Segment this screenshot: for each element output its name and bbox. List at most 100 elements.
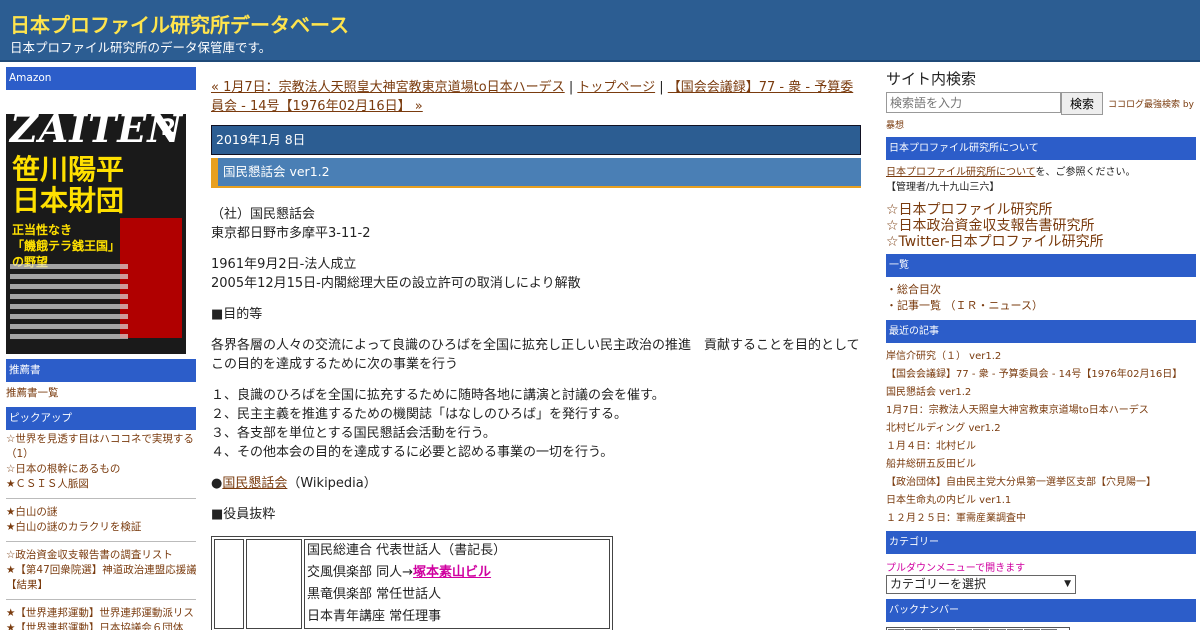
magazine-text-lines — [10, 264, 128, 346]
magazine-sub-line: 「饑餓テラ銭王国」 — [12, 239, 121, 253]
table-cell-empty — [214, 539, 244, 629]
site-header: 日本プロファイル研究所データベース 日本プロファイル研究所のデータ保管庫です。 — [0, 0, 1200, 62]
prev-post-link[interactable]: « 1月7日：宗教法人天照皇大神宮教東京道場to日本ハーデス — [211, 80, 565, 95]
activity-item: ４、その他本会の目的を達成するに必要と認める事業の一切を行う。 — [211, 445, 614, 460]
pickup-heading: ピックアップ — [6, 407, 196, 430]
top-page-link[interactable]: トップページ — [577, 80, 655, 95]
left-sidebar: Amazon ZAITEN 2 笹川陽平 日本財団 正当性なき 「饑餓テラ銭王国… — [6, 67, 196, 630]
org-info: （社）国民懇話会 東京都日野市多摩平3-11-2 — [211, 205, 861, 243]
nav-separator: | — [564, 80, 578, 95]
officer-role: 黒竜倶楽部 常任世話人 — [307, 587, 442, 602]
wikipedia-link[interactable]: 国民懇話会 — [222, 476, 287, 491]
recent-post-link[interactable]: 日本生命丸の内ビル ver1.1 — [886, 492, 1196, 510]
table-row: 国民総連合 代表世話人（書記長） 交風倶楽部 同人→塚本素山ビル 黒竜倶楽部 常… — [214, 539, 610, 629]
pickup-item[interactable]: ★ＣＳＩＳ人脈図 — [6, 477, 196, 492]
activity-item: ２、民主主義を推進するための機関誌「はなしのひろば」を発行する。 — [211, 407, 628, 422]
history-line: 1961年9月2日-法人成立 — [211, 257, 357, 272]
pickup-item[interactable]: ★【世界連邦運動】世界連邦運動派リスト — [6, 606, 196, 621]
officers-cell: 国民総連合 代表世話人（書記長） 交風倶楽部 同人→塚本素山ビル 黒竜倶楽部 常… — [304, 539, 610, 629]
magazine-headline-line: 笹川陽平 — [12, 153, 125, 186]
recent-post-link[interactable]: 1月7日：宗教法人天照皇大神宮教東京道場to日本ハーデス — [886, 402, 1196, 420]
history-line: 2005年12月15日-内閣総理大臣の設立許可の取消しにより解散 — [211, 276, 581, 291]
search-provider-note[interactable]: ココログ最強検索 by — [1108, 97, 1194, 110]
post-navigation: « 1月7日：宗教法人天照皇大神宮教東京道場to日本ハーデス | トップページ … — [211, 78, 861, 116]
officer-role: 国民総連合 代表世話人（書記長） — [307, 543, 507, 558]
magazine-ad-image[interactable]: ZAITEN 2 笹川陽平 日本財団 正当性なき 「饑餓テラ銭王国」 の野望 — [6, 92, 186, 354]
post-title[interactable]: 国民懇話会 ver1.2 — [211, 158, 861, 188]
magazine-sub-line: 正当性なき — [12, 223, 73, 237]
officers-heading: ■役員抜粋 — [211, 507, 276, 522]
pickup-item[interactable]: ☆世界を見透す目はハココネで実現する — [6, 432, 196, 447]
officers-table: 国民総連合 代表世話人（書記長） 交風倶楽部 同人→塚本素山ビル 黒竜倶楽部 常… — [211, 536, 613, 630]
category-heading: カテゴリー — [886, 531, 1196, 554]
about-suffix: を、ご参照ください。 — [1035, 167, 1136, 178]
magazine-headline: 笹川陽平 日本財団 — [12, 154, 124, 216]
officer-role: 交風倶楽部 同人→塚本素山ビル — [305, 562, 609, 584]
right-sidebar: サイト内検索 検索 ココログ最強検索 by 暴想 日本プロファイル研究所について… — [886, 68, 1196, 630]
officer-role-text: 交風倶楽部 同人→ — [307, 565, 414, 580]
recent-post-link[interactable]: 北村ビルディング ver1.2 — [886, 420, 1196, 438]
category-select-value: カテゴリーを選択 — [890, 577, 987, 591]
purpose-heading: ■目的等 — [211, 307, 263, 322]
activities-list: １、良識のひろばを全国に拡充するために随時各地に講演と討議の会を催す。 ２、民主… — [211, 386, 861, 462]
recommend-heading: 推薦書 — [6, 359, 196, 382]
magazine-issue: 2 — [160, 116, 176, 141]
wikipedia-line: ●国民懇話会（Wikipedia） — [211, 474, 861, 493]
external-link[interactable]: ☆Twitter-日本プロファイル研究所 — [886, 234, 1196, 250]
recent-post-link[interactable]: １２月２５日：軍需産業調査中 — [886, 510, 1196, 528]
tsukamoto-building-link[interactable]: 塚本素山ビル — [413, 565, 491, 580]
recent-post-link[interactable]: 【政治団体】自由民主党大分県第一選挙区支部【穴見陽一】 — [886, 474, 1196, 492]
pickup-group-4: ★【世界連邦運動】世界連邦運動派リスト ★【世界連邦運動】日本協議会６団体 — [6, 606, 196, 630]
magazine-red-column — [120, 218, 182, 338]
recommend-list-link[interactable]: 推薦書一覧 — [6, 386, 196, 401]
pickup-item[interactable]: ★【世界連邦運動】日本協議会６団体 — [6, 621, 196, 630]
magazine-logo: ZAITEN — [10, 106, 183, 151]
recent-post-link[interactable]: １月４日：北村ビル — [886, 438, 1196, 456]
search-form: 検索 ココログ最強検索 by — [886, 92, 1196, 115]
recent-heading: 最近の記事 — [886, 320, 1196, 343]
search-heading: サイト内検索 — [886, 70, 977, 88]
pickup-group-2: ★白山の謎 ★白山の謎のカラクリを検証 — [6, 505, 196, 535]
divider — [6, 498, 196, 499]
external-link[interactable]: ☆日本政治資金収支報告書研究所 — [886, 218, 1196, 234]
divider — [6, 599, 196, 600]
officer-role: 日本青年講座 常任理事 — [307, 609, 442, 624]
category-select[interactable]: カテゴリーを選択 ▼ — [886, 575, 1076, 594]
about-text: 日本プロファイル研究所についてを、ご参照ください。 【管理者/九十九山三六】 — [886, 165, 1196, 195]
wiki-suffix: （Wikipedia） — [287, 476, 377, 491]
site-title[interactable]: 日本プロファイル研究所データベース — [10, 9, 349, 38]
recent-post-link[interactable]: 【国会会議録】77 - 衆 - 予算委員会 - 14号【1976年02月16日】 — [886, 366, 1196, 384]
pickup-item[interactable]: ☆日本の根幹にあるもの — [6, 462, 196, 477]
magazine-subheadline: 正当性なき 「饑餓テラ銭王国」 の野望 — [12, 222, 120, 270]
recent-post-link[interactable]: 船井総研五反田ビル — [886, 456, 1196, 474]
wiki-bullet: ● — [211, 476, 223, 491]
search-button[interactable]: 検索 — [1061, 92, 1103, 115]
pickup-item[interactable]: ★白山の謎のカラクリを検証 — [6, 520, 196, 535]
external-link[interactable]: ☆日本プロファイル研究所 — [886, 202, 1196, 218]
main-content: « 1月7日：宗教法人天照皇大神宮教東京道場to日本ハーデス | トップページ … — [211, 78, 861, 630]
pickup-group-3: ☆政治資金収支報告書の調査リスト ★【第47回衆院選】神道政治連盟応援議員 【結… — [6, 548, 196, 593]
org-history: 1961年9月2日-法人成立 2005年12月15日-内閣総理大臣の設立許可の取… — [211, 255, 861, 293]
recent-post-link[interactable]: 岸信介研究（１） ver1.2 — [886, 348, 1196, 366]
activity-item: ３、各支部を単位とする国民懇話会活動を行う。 — [211, 426, 496, 441]
about-link[interactable]: 日本プロファイル研究所について — [886, 167, 1036, 178]
site-description: 日本プロファイル研究所のデータ保管庫です。 — [10, 40, 272, 55]
pickup-item[interactable]: ★【第47回衆院選】神道政治連盟応援議員 — [6, 563, 196, 578]
purpose-paragraph: 各界各層の人々の交流によって良識のひろばを全国に拡充し正しい民主政治の推進 貢献… — [211, 338, 861, 372]
index-item[interactable]: ・総合目次 — [886, 282, 1196, 298]
about-heading: 日本プロファイル研究所について — [886, 137, 1196, 160]
pickup-item[interactable]: ☆政治資金収支報告書の調査リスト — [6, 548, 196, 563]
pickup-item[interactable]: 【結果】 — [6, 578, 196, 593]
search-input[interactable] — [886, 92, 1061, 113]
recent-post-link[interactable]: 国民懇話会 ver1.2 — [886, 384, 1196, 402]
pickup-item[interactable]: ★白山の謎 — [6, 505, 196, 520]
index-heading: 一覧 — [886, 254, 1196, 277]
search-provider-name[interactable]: 暴想 — [886, 118, 1196, 131]
chevron-down-icon: ▼ — [1064, 579, 1071, 589]
divider — [6, 541, 196, 542]
org-line: （社）国民懇話会 — [211, 207, 316, 222]
pickup-item[interactable]: （1） — [6, 447, 196, 462]
index-item[interactable]: ・記事一覧 （ＩＲ・ニュース） — [886, 298, 1196, 314]
index-list: ・総合目次 ・記事一覧 （ＩＲ・ニュース） — [886, 282, 1196, 314]
org-line: 東京都日野市多摩平3-11-2 — [211, 226, 371, 241]
